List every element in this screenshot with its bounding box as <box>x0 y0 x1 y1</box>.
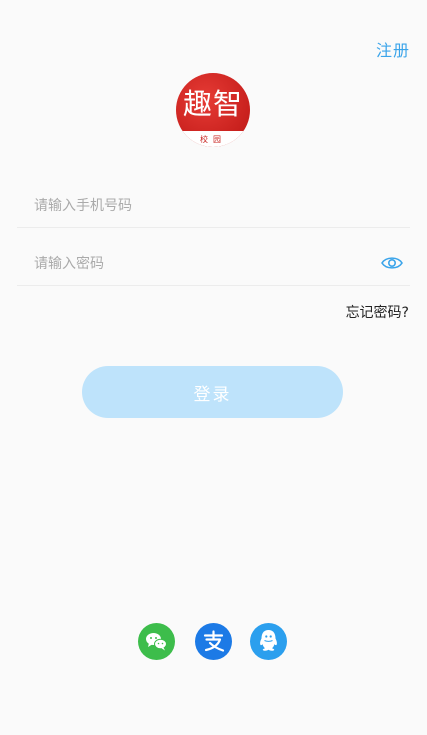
alipay-login-button[interactable] <box>195 623 232 660</box>
qq-login-button[interactable] <box>250 623 287 660</box>
app-logo: 趣智 校园 <box>176 73 250 147</box>
phone-field <box>17 184 410 228</box>
logo-subtitle: 校园 <box>200 135 226 144</box>
alipay-icon <box>203 630 225 652</box>
wechat-icon <box>146 633 167 651</box>
password-field <box>17 242 410 286</box>
register-link[interactable]: 注册 <box>376 37 410 61</box>
forgot-password-link[interactable]: 忘记密码? <box>346 302 409 322</box>
phone-input[interactable] <box>34 194 374 218</box>
login-button[interactable]: 登录 <box>82 366 343 418</box>
qq-icon <box>260 630 277 651</box>
eye-icon[interactable] <box>381 254 403 272</box>
login-screen: 注册 趣智 校园 忘记密码? 登录 <box>0 0 427 735</box>
logo-title: 趣智 <box>182 87 243 121</box>
password-input[interactable] <box>34 252 374 276</box>
wechat-login-button[interactable] <box>138 623 175 660</box>
